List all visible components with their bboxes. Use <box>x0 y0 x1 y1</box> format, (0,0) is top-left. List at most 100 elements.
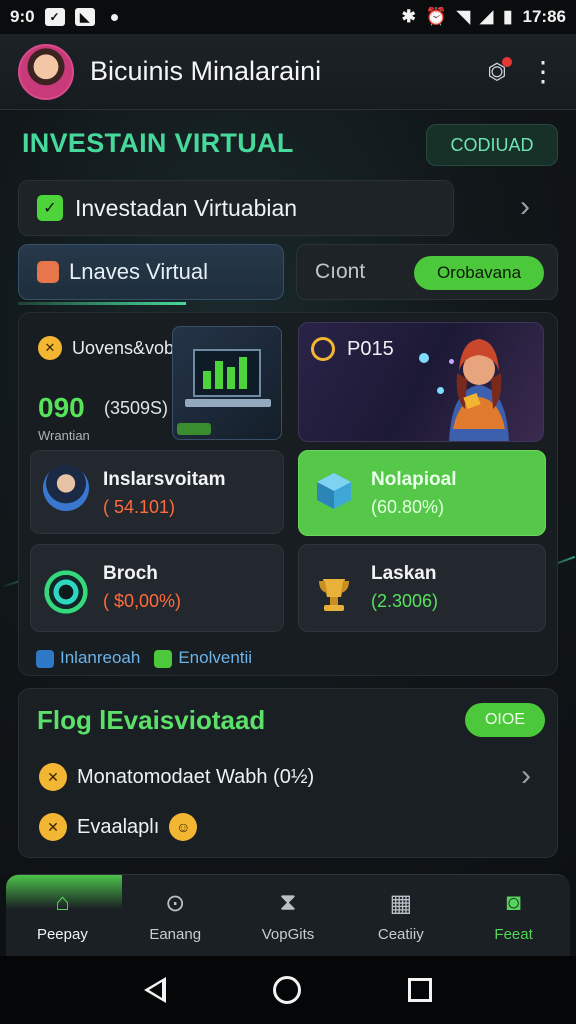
notification-badge <box>502 56 512 67</box>
lower-card: Flog lEvaisviotaad OIOE ✕ Monatomodaet W… <box>18 688 558 858</box>
system-navigation <box>0 956 576 1024</box>
bottom-navigation: ⌂ Peepay ⊙ Eanang ⧗ VopGits ▦ Ceatiiy ◙ … <box>6 874 570 956</box>
nav-activity[interactable]: ▦ Ceatiiy <box>344 875 457 956</box>
cube-icon <box>317 473 351 509</box>
app-title: Bicuinis Minalaraini <box>90 56 322 86</box>
toggle-button[interactable]: Orobavana <box>414 256 544 290</box>
link-label: Enolventii <box>178 648 253 667</box>
nav-label: Peepay <box>36 926 88 943</box>
leaf-icon: ✓ <box>37 195 63 221</box>
signal-icon: ◢ <box>480 7 494 26</box>
sparkle <box>437 387 444 394</box>
card-mid-left[interactable]: Inslarsvoitam ( 54.101) <box>30 450 284 534</box>
lower-row-2[interactable]: ✕ Evaalaplı ☺ <box>39 813 207 841</box>
chevron-right-icon[interactable]: › <box>521 759 531 793</box>
card-value: ( 54.101) <box>103 497 176 517</box>
app-bar: Bicuinis Minalaraini ⏣ ⋮ <box>0 34 576 110</box>
screen-bar <box>215 361 223 389</box>
banner-label: Investadan Virtuabian <box>75 194 298 221</box>
status-time-left: 9:0 <box>10 7 35 26</box>
nav-feed[interactable]: ◙ Feeat <box>457 875 570 956</box>
laptop-screen <box>193 349 261 397</box>
card-value: (2.3006) <box>371 591 439 611</box>
lower-card-title: Flog lEvaisviotaad <box>37 705 266 735</box>
row-label: Monatomodaet Wabh (0½) <box>77 765 315 788</box>
card-title: P015 <box>347 337 394 360</box>
search-icon: ⊙ <box>165 889 186 917</box>
sparkle <box>449 359 454 364</box>
wifi-icon: ◥ <box>457 7 471 26</box>
home-circle-icon[interactable] <box>272 976 301 1004</box>
tab-label: Cıont <box>315 260 366 283</box>
laptop-base <box>185 399 271 407</box>
camera-icon <box>37 261 59 283</box>
lower-card-chip[interactable]: OIOE <box>465 703 545 737</box>
card-name: Inslarsvoitam <box>103 469 226 490</box>
battery-icon: ▮ <box>503 7 513 26</box>
card-name: Nolapioal <box>371 469 457 490</box>
more-options-icon[interactable]: ⋮ <box>528 57 558 86</box>
sparkle <box>419 353 429 363</box>
tab-virtual[interactable]: Lnaves Virtual <box>18 244 284 300</box>
nav-search[interactable]: ⊙ Eanang <box>119 875 232 956</box>
chat-icon: ◙ <box>506 889 521 916</box>
notification-icon: ◣ <box>74 8 95 26</box>
card-mid-right[interactable]: Nolapioal (60.80%) <box>298 450 546 536</box>
section-button[interactable]: CODIUAD <box>426 124 558 166</box>
calendar-icon: ▦ <box>389 889 413 917</box>
screen-bar <box>227 367 235 389</box>
status-bar: 9:0 ✓ ◣ ✱ ⏰ ◥ ◢ ▮ 17:86 <box>0 0 576 34</box>
laptop-illustration <box>172 326 282 440</box>
back-icon[interactable] <box>143 977 166 1003</box>
check-icon <box>154 649 173 668</box>
nav-gifts[interactable]: ⧗ VopGits <box>232 875 345 956</box>
dot-icon <box>110 13 118 21</box>
card-bot-right[interactable]: Laskan (2.3006) <box>298 544 546 632</box>
nav-label: Feeat <box>494 926 533 943</box>
recents-icon[interactable] <box>408 978 433 1002</box>
coin-icon: ✕ <box>39 813 67 841</box>
link-first[interactable]: Inlanreoah <box>36 648 140 668</box>
banner-row[interactable]: ✓ Investadan Virtuabian <box>18 180 454 236</box>
card-top-right[interactable]: P015 <box>298 322 544 442</box>
chevron-right-icon[interactable]: › <box>520 190 530 224</box>
avatar[interactable] <box>18 43 74 100</box>
alarm-icon: ⏰ <box>425 7 447 26</box>
coin-icon: ✕ <box>39 763 67 791</box>
tab-label: Lnaves Virtual <box>69 259 209 284</box>
screen-bar <box>203 371 211 389</box>
nav-label: Eanang <box>149 926 202 943</box>
card-value: ( $0,00%) <box>103 591 182 611</box>
laptop-pad <box>177 423 211 435</box>
card-big-value: 090 <box>38 392 85 423</box>
person-illustration <box>449 339 509 441</box>
tab-indicator <box>18 302 186 305</box>
ring-icon <box>311 337 335 361</box>
lower-row-1[interactable]: ✕ Monatomodaet Wabh (0½) <box>39 763 314 791</box>
avatar-icon <box>43 465 89 511</box>
target-icon <box>43 569 89 615</box>
mute-icon: ✱ <box>401 7 416 26</box>
panel-links: Inlanreoah Enolventii <box>36 648 252 668</box>
section-title: INVESTAIN VIRTUAL <box>22 128 294 158</box>
nav-home[interactable]: ⌂ Peepay <box>6 875 122 956</box>
nav-label: VopGits <box>261 926 315 943</box>
screen-bar <box>239 357 247 389</box>
nav-label: Ceatiiy <box>377 926 424 943</box>
notification-icon: ✓ <box>44 8 65 26</box>
row-label: Evaalaplı <box>77 815 160 838</box>
notifications-button[interactable]: ⏣ <box>480 55 514 89</box>
card-name: Broch <box>103 563 158 584</box>
card-title-row: P015 <box>311 337 394 361</box>
card-paren-value: (3509S) <box>104 398 169 418</box>
info-icon <box>36 649 54 668</box>
card-sub-label: Wrantian <box>38 428 90 443</box>
card-value: (60.80%) <box>371 497 445 517</box>
home-icon: ⌂ <box>55 889 70 916</box>
smile-icon: ☺ <box>169 813 198 841</box>
link-label: Inlanreoah <box>60 648 141 667</box>
card-name: Laskan <box>371 563 437 584</box>
card-bot-left[interactable]: Broch ( $0,00%) <box>30 544 284 632</box>
link-second[interactable]: Enolventii <box>154 648 252 668</box>
coin-icon: ✕ <box>38 336 62 360</box>
